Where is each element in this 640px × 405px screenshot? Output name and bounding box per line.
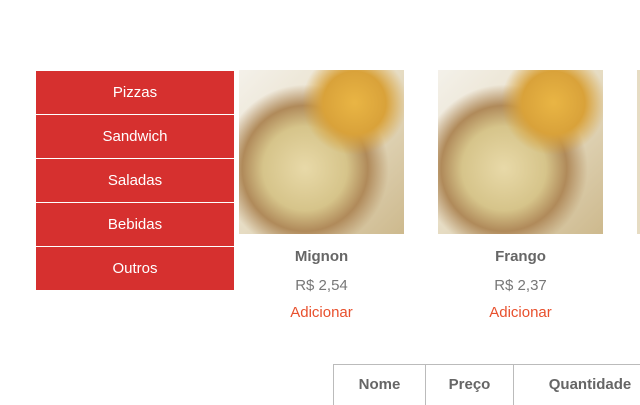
order-table: Nome Preço Quantidade xyxy=(333,364,640,405)
header-nome: Nome xyxy=(333,365,425,405)
add-button[interactable]: Adicionar xyxy=(489,304,552,321)
product-image xyxy=(438,70,603,234)
product-card: Frango R$ 2,37 Adicionar xyxy=(438,70,603,322)
product-card: Mignon R$ 2,54 Adicionar xyxy=(239,70,404,322)
menu-item-outros[interactable]: Outros xyxy=(36,247,234,291)
menu-item-saladas[interactable]: Saladas xyxy=(36,159,234,203)
add-button[interactable]: Adicionar xyxy=(290,304,353,321)
product-name: Mignon xyxy=(294,248,349,265)
product-price: R$ 2,37 xyxy=(494,277,547,294)
product-name: Frango xyxy=(495,248,546,265)
menu-item-sandwich[interactable]: Sandwich xyxy=(36,115,234,159)
product-price: R$ 2,54 xyxy=(295,277,348,294)
menu-item-pizzas[interactable]: Pizzas xyxy=(36,71,234,115)
header-preco: Preço xyxy=(425,365,513,405)
menu-item-bebidas[interactable]: Bebidas xyxy=(36,203,234,247)
header-quantidade: Quantidade xyxy=(513,365,640,405)
category-menu: Pizzas Sandwich Saladas Bebidas Outros xyxy=(36,71,234,291)
product-image xyxy=(239,70,404,234)
